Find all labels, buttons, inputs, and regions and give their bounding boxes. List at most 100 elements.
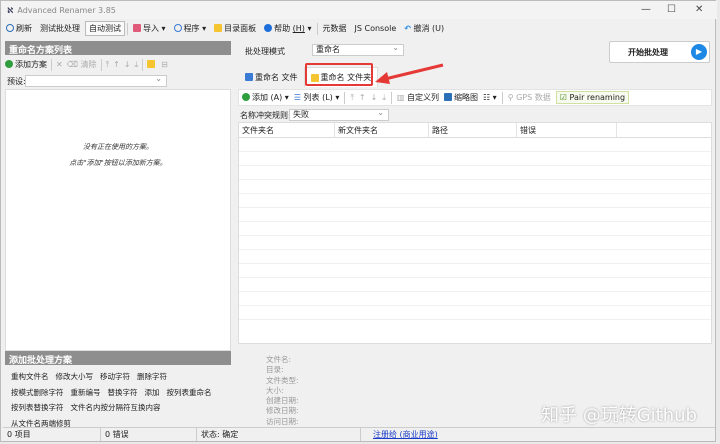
pair-renaming-toggle[interactable]: ☑ Pair renaming [555,91,630,104]
import-icon [133,24,141,32]
title-bar: ℵ Advanced Renamer 3.85 — ☐ ✕ [1,1,717,19]
method-list: 没有正在使用的方案。 点击"添加"按钮以添加新方案。 [5,89,231,351]
watermark: 知乎 @玩转Github [541,405,697,426]
plus-icon [242,93,250,101]
method-link[interactable]: 重构文件名 [11,372,49,381]
undo-button[interactable]: ↶ 撤消 (U) [401,22,447,35]
file-toolbar: 添加 (A) ▾ ☰ 列表 (L) ▾ ⤒ ↑ ↓ ⤓ ▥ 自定义列 缩略图 ☷… [238,89,712,106]
info-label: 大小: [266,385,284,395]
app-window: ℵ Advanced Renamer 3.85 — ☐ ✕ 刷新 测试批处理 自… [0,0,717,442]
conflict-select[interactable]: 失败 [289,108,389,121]
refresh-icon [6,24,14,32]
save-icon[interactable]: ⊟ [161,60,168,69]
method-link[interactable]: 添加 [145,388,160,397]
clear-button[interactable]: ⌫ 清除 [67,59,97,70]
annotation-arrow [375,63,444,84]
move-up-icon[interactable]: ↑ [359,93,366,102]
move-up-icon[interactable]: ↑ [113,60,120,69]
window-title: Advanced Renamer 3.85 [17,5,116,15]
empty-hint: 点击"添加"按钮以添加新方案。 [69,159,167,167]
item-count: 0 项目 [3,428,101,441]
method-link[interactable]: 删除字符 [137,372,167,381]
add-method-button[interactable]: 添加方案 [5,59,47,70]
auto-test-button[interactable]: 自动测试 [85,21,125,36]
program-button[interactable]: 程序 ▾ [171,22,210,35]
method-list-header: 重命名方案列表 [5,41,231,56]
add-button[interactable]: 添加 (A) ▾ [242,92,289,103]
main-toolbar: 刷新 测试批处理 自动测试 导入 ▾ 程序 ▾ 目录面板 帮助 (H) ▾ 元数… [3,20,447,37]
move-down-icon[interactable]: ↓ [371,93,378,102]
batch-methods: 重构文件名 修改大小写 移动字符 删除字符 按模式删除字符 重新编号 替换字符 添加 按列表重… [11,369,233,431]
preset-label: 预设: [7,77,26,86]
columns-icon: ▥ [396,93,405,102]
play-icon: ▶ [691,44,707,60]
list-button[interactable]: ☰ 列表 (L) ▾ [294,92,340,103]
method-link[interactable]: 文件名内按分隔符互换内容 [71,403,161,412]
info-label: 修改日期: [266,406,299,416]
help-icon [264,24,273,32]
delete-icon[interactable]: ✕ [56,60,63,69]
mode-label: 批处理模式 [245,47,285,56]
move-bottom-icon[interactable]: ⤓ [382,93,386,103]
column-header[interactable]: 文件夹名 [239,123,335,137]
list-icon: ☰ [293,93,301,102]
help-button[interactable]: 帮助 (H) ▾ [261,22,314,35]
refresh-button[interactable]: 刷新 [3,22,35,35]
status-bar: 0 项目 0 错误 状态: 确定 注册给 (商业用途) [3,427,715,441]
plus-icon [5,60,13,68]
info-label: 目录: [266,365,284,375]
method-link[interactable]: 按列表替换字符 [11,403,64,412]
info-label: 文件类型: [266,375,299,385]
custom-columns-button[interactable]: ▥ 自定义列 [397,92,439,103]
checkbox-icon: ☑ [559,93,567,102]
dir-panel-button[interactable]: 目录面板 [211,22,259,35]
column-header[interactable]: 路径 [429,123,517,137]
move-top-icon[interactable]: ⤒ [350,93,354,103]
folder-table: 文件夹名 新文件夹名 路径 错误 [238,122,712,344]
js-console-button[interactable]: JS Console [352,23,400,34]
move-top-icon[interactable]: ⤒ [106,60,110,70]
column-header[interactable]: 错误 [517,123,617,137]
info-label: 文件名: [266,355,292,364]
column-header[interactable]: 新文件夹名 [335,123,429,137]
info-label: 创建日期: [266,396,299,406]
preset-select[interactable] [25,74,167,87]
error-count: 0 错误 [101,428,197,441]
method-link[interactable]: 按模式删除字符 [11,388,64,397]
empty-message: 没有正在使用的方案。 [83,143,153,151]
method-link[interactable]: 替换字符 [108,388,138,397]
status-text: 状态: 确定 [197,428,361,441]
gps-button[interactable]: ⚲ GPS 数据 [508,92,551,103]
import-button[interactable]: 导入 ▾ [130,22,169,35]
test-batch-button[interactable]: 测试批处理 [37,22,83,35]
app-logo-icon: ℵ [7,5,14,15]
close-button[interactable]: ✕ [695,4,703,15]
conflict-label: 名称冲突规则: [240,111,291,120]
thumbnails-button[interactable]: 缩略图 [443,92,478,103]
method-link[interactable]: 修改大小写 [56,372,94,381]
method-toolbar: 添加方案 ✕ ⌫ 清除 ⤒ ↑ ↓ ⤓ ⊟ [5,57,231,72]
mode-select[interactable]: 重命名 [312,43,404,56]
info-label: 访问日期: [266,416,299,426]
move-bottom-icon[interactable]: ⤓ [135,60,139,70]
highlight-box [305,63,373,86]
add-batch-header: 添加批处理方案 [5,351,231,366]
file-info: 文件名: 目录: 文件类型: 大小: 创建日期: 修改日期: 访问日期: [266,355,299,427]
method-link[interactable]: 重新编号 [71,388,101,397]
register-link[interactable]: 注册给 (商业用途) [373,430,438,439]
method-link[interactable]: 移动字符 [100,372,130,381]
view-options-button[interactable]: ☷ ▾ [483,93,497,102]
method-link[interactable]: 按列表重命名 [167,388,212,397]
image-icon [443,93,452,101]
maximize-button[interactable]: ☐ [667,4,676,15]
minimize-button[interactable]: — [641,4,651,15]
metadata-button[interactable]: 元数据 [320,22,350,35]
tab-rename-files[interactable]: 重命名 文件 [239,67,304,87]
undo-icon: ↶ [404,24,411,33]
move-down-icon[interactable]: ↓ [124,60,131,69]
open-folder-icon[interactable] [147,60,157,69]
program-icon [173,24,182,32]
folder-icon [214,24,223,32]
start-batch-button[interactable]: 开始批处理 ▶ [609,41,710,63]
file-icon [245,73,253,81]
